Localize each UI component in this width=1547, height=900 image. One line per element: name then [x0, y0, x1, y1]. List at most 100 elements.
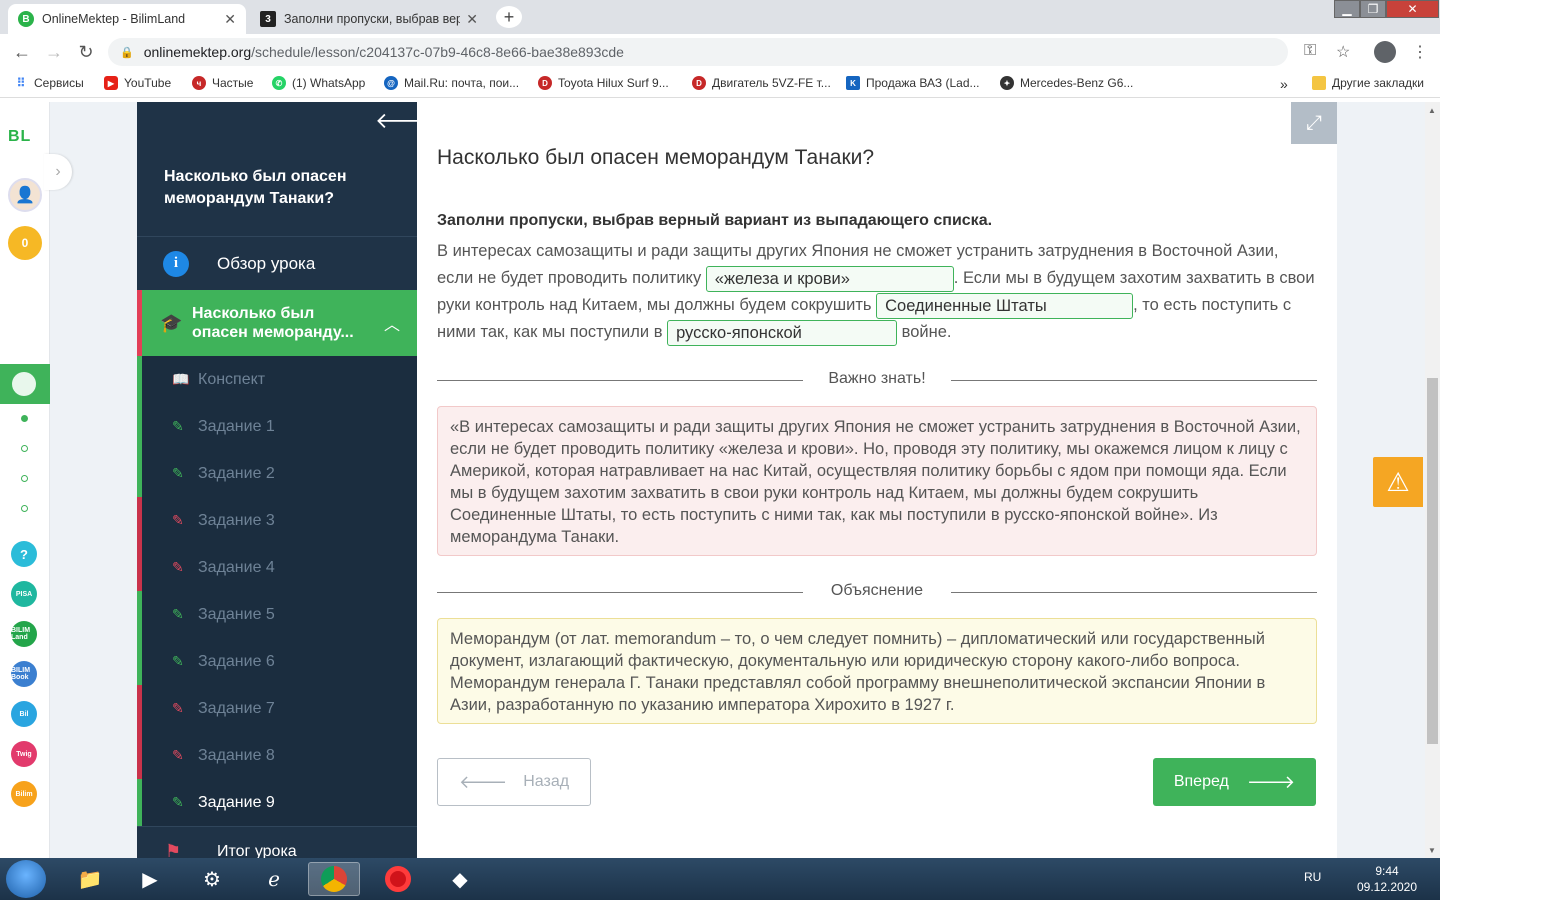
lesson-title: Насколько был опасен меморандум Танаки?	[164, 168, 347, 207]
whatsapp-icon: ✆	[272, 76, 286, 90]
bilimland-app-icon[interactable]: BILIM Land	[11, 621, 37, 647]
sidebar-section-current[interactable]: 🎓 Насколько был опасен меморанду... ︿	[137, 290, 417, 356]
scroll-down-icon[interactable]: ▼	[1428, 846, 1436, 855]
sidebar-item-task-5[interactable]: ✎ Задание 5	[137, 591, 417, 638]
menu-kebab-icon[interactable]: ⋮	[1412, 42, 1428, 62]
close-icon[interactable]: ✕	[466, 11, 478, 28]
window-controls: ▁ ❐ ✕	[1334, 0, 1439, 18]
pisa-icon[interactable]: PISA	[11, 581, 37, 607]
rail-dot[interactable]	[21, 505, 28, 512]
bilim-app-icon[interactable]: Bilim	[11, 781, 37, 807]
help-icon[interactable]: ?	[11, 541, 37, 567]
screen-margin	[1440, 0, 1547, 900]
settings-app-icon[interactable]: ⚙	[186, 862, 238, 896]
important-label: Важно знать!	[828, 370, 926, 387]
bookmark-label: Частые	[212, 76, 254, 90]
key-icon[interactable]: ⚿	[1304, 42, 1316, 60]
bilimland-logo[interactable]: BL	[8, 128, 31, 146]
report-problem-button[interactable]: ⚠	[1373, 457, 1423, 507]
bookmark-mercedes[interactable]: ✦ Mercedes-Benz G6...	[1000, 76, 1133, 90]
scrollbar-thumb[interactable]	[1427, 378, 1438, 744]
sidebar-item-task-6[interactable]: ✎ Задание 6	[137, 638, 417, 685]
sidebar-item-task-2[interactable]: ✎ Задание 2	[137, 450, 417, 497]
dropdown-blank-3[interactable]: русско-японской	[667, 319, 898, 346]
tab-onlinemektep[interactable]: B OnlineMektep - BilimLand ✕	[8, 4, 246, 34]
back-arrow-icon[interactable]: ←	[12, 42, 32, 63]
bookmark-toyota[interactable]: D Toyota Hilux Surf 9...	[538, 76, 669, 90]
book-icon: 📖	[172, 371, 190, 387]
chevron-right-icon: ›	[55, 163, 61, 180]
chrome-icon[interactable]	[308, 862, 360, 896]
sidebar-item-overview[interactable]: i Обзор урока	[137, 236, 417, 290]
edit-icon: ✎	[172, 700, 184, 716]
sidebar-item-task-7[interactable]: ✎ Задание 7	[137, 685, 417, 732]
bilimbook-icon[interactable]: BILIM Book	[11, 661, 37, 687]
sidebar-item-task-4[interactable]: ✎ Задание 4	[137, 544, 417, 591]
coins-badge[interactable]: 0	[8, 226, 42, 260]
gem-app-icon[interactable]: ◆	[434, 862, 486, 896]
maximize-icon[interactable]: ❐	[1360, 0, 1386, 18]
sidebar-item-label: Задание 5	[198, 605, 275, 623]
bookmark-apps[interactable]: ⠿ Сервисы	[14, 76, 84, 90]
sidebar-item-konspekt[interactable]: 📖 Конспект	[137, 356, 417, 403]
sidebar-item-label: Конспект	[198, 370, 266, 388]
rail-dot[interactable]	[21, 415, 28, 422]
explorer-icon[interactable]: 📁	[64, 862, 116, 896]
onlinemektep-icon	[12, 372, 36, 396]
opera-icon[interactable]	[372, 862, 424, 896]
bookmark-label: Сервисы	[34, 76, 84, 90]
expand-icon: ⤢	[1306, 111, 1322, 134]
kolesa-icon: K	[846, 76, 860, 90]
internet-explorer-icon[interactable]: ℯ	[248, 862, 300, 896]
bookmark-kolesa[interactable]: K Продажа ВАЗ (Lad...	[846, 76, 980, 90]
bookmark-youtube[interactable]: ▶ YouTube	[104, 76, 171, 90]
rail-dot[interactable]	[21, 445, 28, 452]
start-button[interactable]	[6, 860, 46, 898]
bookmark-frequent[interactable]: ч Частые	[192, 76, 253, 90]
language-indicator[interactable]: RU	[1304, 870, 1321, 884]
bookmark-mailru[interactable]: @ Mail.Ru: почта, пои...	[384, 76, 519, 90]
sidebar-item-task-9[interactable]: ✎ Задание 9	[137, 779, 417, 826]
star-icon[interactable]: ☆	[1336, 42, 1350, 62]
page-scrollbar[interactable]: ▲ ▼	[1425, 102, 1440, 858]
rail-expand-button[interactable]: ›	[44, 154, 72, 190]
minimize-icon[interactable]: ▁	[1334, 0, 1360, 18]
fullscreen-button[interactable]: ⤢	[1291, 102, 1337, 144]
sidebar-item-task-8[interactable]: ✎ Задание 8	[137, 732, 417, 779]
close-window-icon[interactable]: ✕	[1386, 0, 1439, 18]
sidebar-item-label: Задание 7	[198, 699, 275, 717]
tab-quiz[interactable]: 3 Заполни пропуски, выбрав вер ✕	[250, 4, 488, 34]
rail-item-onlinemektep[interactable]	[0, 364, 50, 404]
clock-time: 9:44	[1375, 864, 1399, 878]
graduation-cap-icon: 🎓	[160, 312, 183, 333]
folder-icon	[1312, 76, 1326, 90]
next-button[interactable]: Вперед 🡒	[1153, 758, 1316, 806]
sidebar-item-task-3[interactable]: ✎ Задание 3	[137, 497, 417, 544]
address-bar[interactable]: 🔒 onlinemektep.org/schedule/lesson/c2041…	[108, 38, 1288, 66]
bookmark-engine[interactable]: D Двигатель 5VZ-FE т...	[692, 76, 831, 90]
bookmark-label: Продажа ВАЗ (Lad...	[866, 76, 980, 90]
dropdown-blank-1[interactable]: «железа и крови»	[705, 265, 954, 292]
sidebar-item-final[interactable]: ⚑ Итог урока	[137, 826, 417, 858]
reload-icon[interactable]: ↻	[76, 42, 96, 63]
system-clock[interactable]: 9:44 09.12.2020	[1352, 863, 1422, 895]
rail-dot[interactable]	[21, 475, 28, 482]
bookmarks-overflow-button[interactable]: »	[1280, 76, 1288, 92]
media-player-icon[interactable]: ▶	[124, 862, 176, 896]
close-icon[interactable]: ✕	[224, 11, 236, 28]
frequent-icon: ч	[192, 76, 206, 90]
edit-icon: ✎	[172, 747, 184, 763]
new-tab-button[interactable]: +	[496, 6, 522, 28]
dropdown-blank-2[interactable]: Соединенные Штаты	[876, 292, 1134, 319]
other-bookmarks[interactable]: Другие закладки	[1312, 76, 1424, 90]
bookmark-whatsapp[interactable]: ✆ (1) WhatsApp	[272, 76, 365, 90]
twig-icon[interactable]: Twig	[11, 741, 37, 767]
back-button[interactable]: 🡐 Назад	[437, 758, 591, 806]
sidebar-item-task-1[interactable]: ✎ Задание 1	[137, 403, 417, 450]
scroll-up-icon[interactable]: ▲	[1428, 106, 1436, 115]
avatar[interactable]: 👤	[8, 178, 42, 212]
clock-date: 09.12.2020	[1356, 880, 1418, 894]
forward-arrow-icon[interactable]: →	[44, 42, 64, 63]
profile-avatar-icon[interactable]	[1374, 41, 1396, 63]
bil-app-icon[interactable]: Bil	[11, 701, 37, 727]
